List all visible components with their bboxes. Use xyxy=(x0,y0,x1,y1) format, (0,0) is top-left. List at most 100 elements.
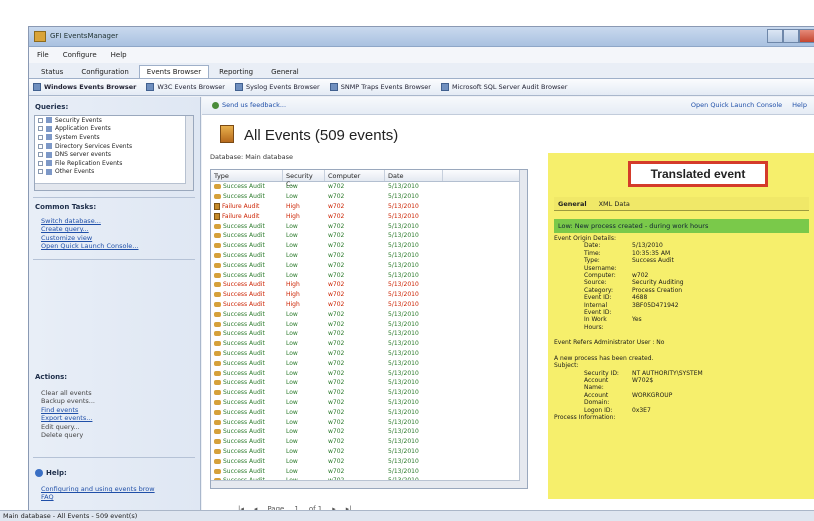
expand-icon[interactable] xyxy=(38,160,43,166)
table-row[interactable]: Success Audit Low w702 5/13/2010 xyxy=(211,251,527,261)
tab-events-browser[interactable]: Events Browser xyxy=(138,65,210,78)
quick-launch-link[interactable]: Open Quick Launch Console xyxy=(691,101,782,109)
customize-view-link[interactable]: Customize view xyxy=(41,234,138,242)
tree-horizontal-scrollbar[interactable] xyxy=(35,183,186,190)
table-row[interactable]: Success Audit Low w702 5/13/2010 xyxy=(211,417,527,427)
switch-database-link[interactable]: Switch database... xyxy=(41,217,138,225)
subtab-windows-events[interactable]: Windows Events Browser xyxy=(33,83,136,91)
table-row[interactable]: Success Audit Low w702 5/13/2010 xyxy=(211,427,527,437)
tab-xml-data[interactable]: XML Data xyxy=(599,200,630,208)
table-row[interactable]: Success Audit Low w702 5/13/2010 xyxy=(211,309,527,319)
type-text: Success Audit xyxy=(223,340,265,348)
tab-reporting[interactable]: Reporting xyxy=(211,65,261,78)
table-row[interactable]: Success Audit Low w702 5/13/2010 xyxy=(211,241,527,251)
column-header-type[interactable]: Type xyxy=(211,170,283,181)
type-cell: Success Audit xyxy=(211,468,283,475)
column-header-security[interactable]: Security C... xyxy=(283,170,325,188)
delete-query-action[interactable]: Delete query xyxy=(41,431,95,439)
computer-cell: w702 xyxy=(328,438,345,446)
subtab-sql-audit[interactable]: Microsoft SQL Server Audit Browser xyxy=(440,83,567,91)
grid-vertical-scrollbar[interactable] xyxy=(519,170,527,488)
query-item[interactable]: System Events xyxy=(35,133,193,142)
table-row[interactable]: Success Audit Low w702 5/13/2010 xyxy=(211,339,527,349)
table-row[interactable]: Failure Audit High w702 5/13/2010 xyxy=(211,202,527,212)
menu-file[interactable]: File xyxy=(37,51,49,59)
query-item[interactable]: Other Events xyxy=(35,168,193,177)
table-row[interactable]: Success Audit Low w702 5/13/2010 xyxy=(211,270,527,280)
table-row[interactable]: Success Audit Low w702 5/13/2010 xyxy=(211,329,527,339)
main-toolbar: Send us feedback... Open Quick Launch Co… xyxy=(202,97,814,115)
close-button[interactable] xyxy=(799,29,814,43)
security-cell: Low xyxy=(286,330,298,338)
query-item[interactable]: Security Events xyxy=(35,116,193,125)
query-item[interactable]: File Replication Events xyxy=(35,159,193,168)
table-row[interactable]: Success Audit Low w702 5/13/2010 xyxy=(211,456,527,466)
table-row[interactable]: Success Audit Low w702 5/13/2010 xyxy=(211,378,527,388)
tree-vertical-scrollbar[interactable] xyxy=(185,116,193,190)
table-row[interactable]: Success Audit Low w702 5/13/2010 xyxy=(211,231,527,241)
table-row[interactable]: Success Audit Low w702 5/13/2010 xyxy=(211,368,527,378)
find-events-link[interactable]: Find events xyxy=(41,406,95,414)
expand-icon[interactable] xyxy=(38,134,43,140)
security-cell: Low xyxy=(286,438,298,446)
table-row[interactable]: Success Audit Low w702 5/13/2010 xyxy=(211,260,527,270)
edit-query-action[interactable]: Edit query... xyxy=(41,423,95,431)
expand-icon[interactable] xyxy=(38,169,43,175)
subtab-syslog-events[interactable]: Syslog Events Browser xyxy=(234,83,320,91)
table-row[interactable]: Failure Audit High w702 5/13/2010 xyxy=(211,211,527,221)
expand-icon[interactable] xyxy=(38,152,43,158)
computer-cell: w702 xyxy=(328,271,345,279)
table-row[interactable]: Success Audit Low w702 5/13/2010 xyxy=(211,182,527,192)
tab-configuration[interactable]: Configuration xyxy=(73,65,136,78)
computer-cell: w702 xyxy=(328,300,345,308)
queries-tree[interactable]: Security Events Application Events System … xyxy=(34,115,194,191)
table-row[interactable]: Success Audit Low w702 5/13/2010 xyxy=(211,221,527,231)
open-quick-launch-link[interactable]: Open Quick Launch Console... xyxy=(41,242,138,250)
expand-icon[interactable] xyxy=(38,117,43,123)
export-events-link[interactable]: Export events... xyxy=(41,414,95,422)
minimize-button[interactable] xyxy=(767,29,783,43)
help-link[interactable]: Help xyxy=(792,101,807,109)
menu-help[interactable]: Help xyxy=(111,51,127,59)
date-cell: 5/13/2010 xyxy=(388,291,419,299)
tab-general-detail[interactable]: General xyxy=(558,200,587,208)
maximize-button[interactable] xyxy=(783,29,799,43)
expand-icon[interactable] xyxy=(38,126,43,132)
table-row[interactable]: Success Audit Low w702 5/13/2010 xyxy=(211,358,527,368)
table-row[interactable]: Success Audit High w702 5/13/2010 xyxy=(211,300,527,310)
table-row[interactable]: Success Audit Low w702 5/13/2010 xyxy=(211,349,527,359)
query-item[interactable]: Application Events xyxy=(35,125,193,134)
faq-link[interactable]: FAQ xyxy=(41,493,155,501)
table-row[interactable]: Success Audit Low w702 5/13/2010 xyxy=(211,398,527,408)
table-row[interactable]: Success Audit Low w702 5/13/2010 xyxy=(211,447,527,457)
table-row[interactable]: Success Audit High w702 5/13/2010 xyxy=(211,290,527,300)
configuring-events-browser-link[interactable]: Configuring and using events brow xyxy=(41,485,155,493)
query-item[interactable]: DNS server events xyxy=(35,150,193,159)
table-row[interactable]: Success Audit Low w702 5/13/2010 xyxy=(211,192,527,202)
menu-configure[interactable]: Configure xyxy=(63,51,97,59)
field-value: 0x3E7 xyxy=(632,406,651,414)
table-row[interactable]: Success Audit Low w702 5/13/2010 xyxy=(211,388,527,398)
tab-general[interactable]: General xyxy=(263,65,307,78)
table-row[interactable]: Success Audit Low w702 5/13/2010 xyxy=(211,407,527,417)
table-row[interactable]: Success Audit Low w702 5/13/2010 xyxy=(211,437,527,447)
key-icon xyxy=(214,282,221,288)
type-cell: Success Audit xyxy=(211,458,283,465)
table-row[interactable]: Success Audit Low w702 5/13/2010 xyxy=(211,319,527,329)
backup-events-action[interactable]: Backup events... xyxy=(41,397,95,405)
column-header-date[interactable]: Date xyxy=(385,170,443,181)
expand-icon[interactable] xyxy=(38,143,43,149)
subtab-w3c-events[interactable]: W3C Events Browser xyxy=(146,83,225,91)
clear-all-events-action[interactable]: Clear all events xyxy=(41,389,95,397)
type-text: Success Audit xyxy=(223,300,265,308)
create-query-link[interactable]: Create query... xyxy=(41,225,138,233)
table-row[interactable]: Success Audit Low w702 5/13/2010 xyxy=(211,466,527,476)
grid-horizontal-scrollbar[interactable] xyxy=(211,480,520,488)
feedback-button[interactable]: Send us feedback... xyxy=(212,101,286,109)
field-key: Internal Event ID: xyxy=(584,301,612,317)
column-header-computer[interactable]: Computer xyxy=(325,170,385,181)
subtab-snmp-traps[interactable]: SNMP Traps Events Browser xyxy=(329,83,431,91)
tab-status[interactable]: Status xyxy=(33,65,71,78)
table-row[interactable]: Success Audit High w702 5/13/2010 xyxy=(211,280,527,290)
query-item[interactable]: Directory Services Events xyxy=(35,142,193,151)
